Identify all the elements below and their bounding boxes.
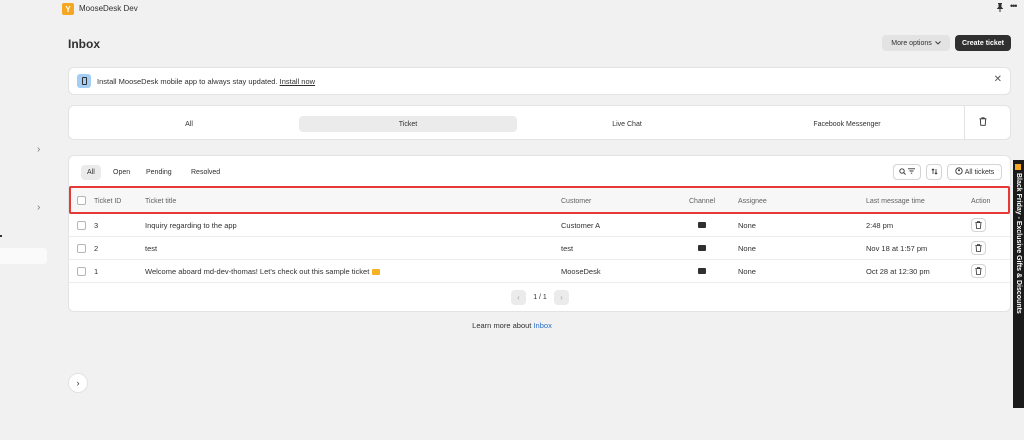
last-message-time: Nov 18 at 1:57 pm xyxy=(866,244,928,253)
view-icon xyxy=(955,167,963,177)
channel-tab-facebook-messenger[interactable]: Facebook Messenger xyxy=(738,116,956,132)
channel-tab-all[interactable]: All xyxy=(80,116,298,132)
promo-text: Black Friday - Exclusive Gifts & Discoun… xyxy=(1015,164,1022,314)
column-header-channel[interactable]: Channel xyxy=(689,198,715,205)
column-header-ticket-title[interactable]: Ticket title xyxy=(145,198,176,205)
ticket-title-cell[interactable]: Welcome aboard md-dev-thomas! Let's chec… xyxy=(145,267,381,276)
divider xyxy=(964,106,965,139)
assignee: None xyxy=(738,244,756,253)
more-options-label: More options xyxy=(891,39,932,47)
trash-icon xyxy=(975,244,982,252)
column-header-customer[interactable]: Customer xyxy=(561,198,591,205)
banner-message: Install MooseDesk mobile app to always s… xyxy=(97,77,280,86)
status-tab-all[interactable]: All xyxy=(81,165,101,180)
mobile-phone-icon xyxy=(77,74,91,88)
more-menu-icon[interactable]: ••• xyxy=(1010,1,1018,11)
channel-tabs: All Ticket Live Chat Facebook Messenger xyxy=(68,105,1011,140)
assignee: None xyxy=(738,221,756,230)
all-tickets-button[interactable]: All tickets xyxy=(947,164,1002,180)
next-page-button[interactable]: › xyxy=(554,290,569,305)
column-header-action: Action xyxy=(971,198,991,205)
column-header-last-message-time[interactable]: Last message time xyxy=(866,198,925,205)
pagination: ‹ 1 / 1 › xyxy=(511,290,569,305)
app-logo-icon: Y xyxy=(62,3,74,15)
filter-icon xyxy=(908,168,915,176)
channel-tab-live-chat[interactable]: Live Chat xyxy=(518,116,736,132)
assignee: None xyxy=(738,267,756,276)
previous-page-button[interactable]: ‹ xyxy=(511,290,526,305)
trash-icon xyxy=(975,221,982,229)
app-name: MooseDesk Dev xyxy=(79,4,138,13)
promo-side-tab[interactable]: Black Friday - Exclusive Gifts & Discoun… xyxy=(1013,160,1024,408)
sort-button[interactable] xyxy=(926,164,942,180)
ticket-id: 2 xyxy=(94,244,99,253)
sidebar-marker xyxy=(0,235,2,237)
page-indicator: 1 / 1 xyxy=(533,294,547,301)
ticket-emoji-icon xyxy=(372,269,381,276)
column-header-ticket-id[interactable]: Ticket ID xyxy=(94,198,121,205)
row-checkbox[interactable] xyxy=(77,244,86,253)
sidebar-expand-chevron-icon[interactable]: › xyxy=(37,202,40,213)
table-row[interactable]: 2 test test None Nov 18 at 1:57 pm xyxy=(69,237,1010,260)
table-row[interactable]: 1 Welcome aboard md-dev-thomas! Let's ch… xyxy=(69,260,1010,283)
install-now-link[interactable]: Install now xyxy=(280,77,315,86)
app-bar: Y MooseDesk Dev ••• xyxy=(0,0,1024,18)
last-message-time: Oct 28 at 12:30 pm xyxy=(866,267,930,276)
search-filter-button[interactable] xyxy=(893,164,921,180)
close-icon[interactable]: ✕ xyxy=(994,74,1002,85)
email-channel-icon xyxy=(698,245,706,251)
sidebar-item-selected[interactable] xyxy=(0,248,47,264)
channel-tab-ticket[interactable]: Ticket xyxy=(299,116,517,132)
page-title: Inbox xyxy=(68,37,100,51)
sidebar-expand-chevron-icon[interactable]: › xyxy=(37,144,40,155)
banner-text: Install MooseDesk mobile app to always s… xyxy=(97,77,315,86)
customer-name: Customer A xyxy=(561,221,601,230)
trash-icon[interactable] xyxy=(979,117,987,129)
delete-ticket-button[interactable] xyxy=(971,264,986,278)
ticket-id: 3 xyxy=(94,221,99,230)
customer-name: MooseDesk xyxy=(561,267,601,276)
select-all-checkbox[interactable] xyxy=(77,196,86,205)
ticket-title[interactable]: Welcome aboard md-dev-thomas! Let's chec… xyxy=(145,267,369,276)
inbox-help-link[interactable]: Inbox xyxy=(533,321,551,330)
status-tab-pending[interactable]: Pending xyxy=(140,165,178,180)
ticket-title[interactable]: test xyxy=(145,244,157,253)
email-channel-icon xyxy=(698,222,706,228)
delete-ticket-button[interactable] xyxy=(971,218,986,232)
email-channel-icon xyxy=(698,268,706,274)
footer-text: Learn more about xyxy=(472,321,534,330)
customer-name: test xyxy=(561,244,574,253)
ticket-id: 1 xyxy=(94,267,99,276)
status-tab-resolved[interactable]: Resolved xyxy=(185,165,226,180)
trash-icon xyxy=(975,267,982,275)
status-tab-open[interactable]: Open xyxy=(107,165,136,180)
last-message-time: 2:48 pm xyxy=(866,221,894,230)
more-options-button[interactable]: More options xyxy=(882,35,950,51)
delete-ticket-button[interactable] xyxy=(971,241,986,255)
chevron-right-icon[interactable]: › xyxy=(68,373,88,393)
mobile-app-banner: Install MooseDesk mobile app to always s… xyxy=(68,67,1011,95)
chevron-down-icon xyxy=(934,40,941,47)
table-header-row: Ticket ID Ticket title Customer Channel … xyxy=(69,186,1010,214)
learn-more-footer: Learn more about Inbox xyxy=(0,321,1024,330)
tickets-card: All Open Pending Resolved All tickets Ti… xyxy=(68,155,1011,312)
row-checkbox[interactable] xyxy=(77,267,86,276)
all-tickets-label: All tickets xyxy=(964,168,995,176)
promo-label: Black Friday - Exclusive Gifts & Discoun… xyxy=(1015,173,1022,314)
sort-icon xyxy=(931,167,938,177)
column-header-assignee[interactable]: Assignee xyxy=(738,198,767,205)
ticket-title[interactable]: Inquiry regarding to the app xyxy=(145,221,237,230)
gift-icon xyxy=(1015,164,1021,170)
create-ticket-button[interactable]: Create ticket xyxy=(955,35,1011,51)
row-checkbox[interactable] xyxy=(77,221,86,230)
table-row[interactable]: 3 Inquiry regarding to the app Customer … xyxy=(69,214,1010,237)
search-icon xyxy=(899,167,906,177)
pin-icon[interactable] xyxy=(996,3,1004,14)
